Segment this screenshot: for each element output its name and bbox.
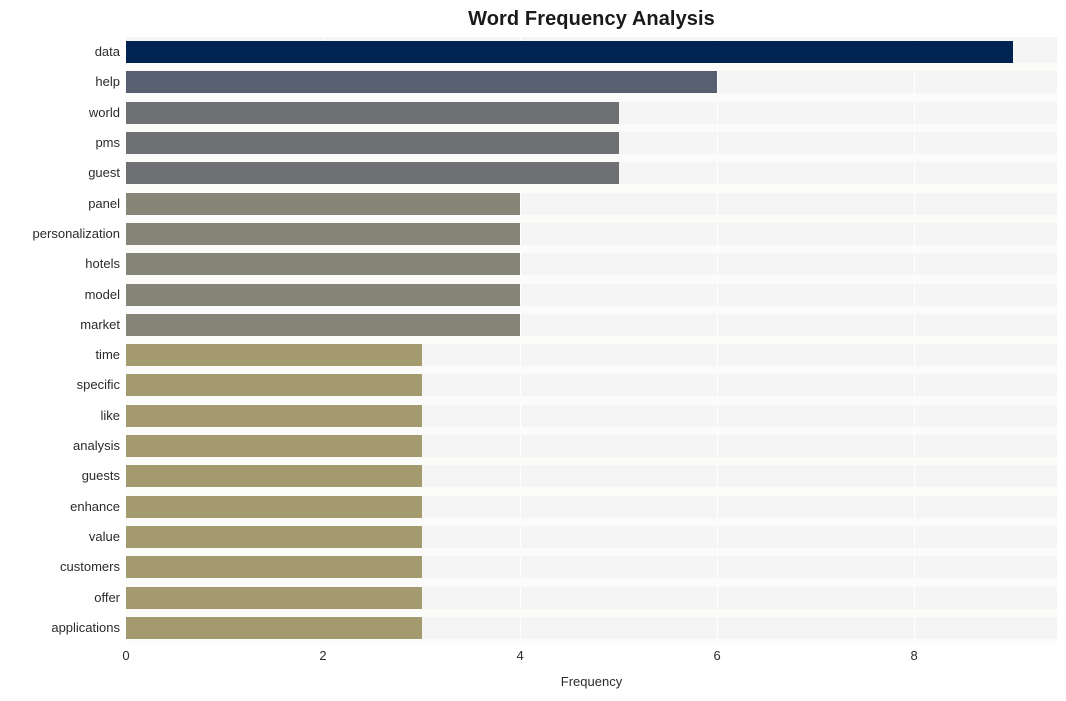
y-axis-tick-label: pms [95,135,120,151]
bar [126,222,521,245]
x-axis-title: Frequency [560,674,623,689]
y-axis-tick-label: panel [88,195,120,211]
x-axis-tick-label: 6 [713,648,721,663]
row-band [126,93,1057,102]
bar [126,132,619,155]
y-axis-tick-label: guests [81,468,120,484]
row-band [126,244,1057,254]
y-axis-tick-label: analysis [73,438,120,454]
row-band [126,123,1057,133]
bar [126,465,422,488]
bar [126,162,619,185]
row-band [126,154,1057,163]
row-band [126,184,1057,193]
y-axis-tick-label: data [94,44,120,60]
bar [126,344,422,367]
row-band [126,517,1057,526]
y-axis-tick-label: help [95,74,120,90]
y-axis-tick-label: world [88,104,120,120]
y-axis-tick-label: enhance [70,498,120,514]
y-axis-tick-label: specific [76,377,120,393]
y-axis-tick-label: personalization [32,225,120,241]
x-axis-tick-label: 2 [319,648,327,663]
y-axis-labels: data help world pms guest panel personalizatio… [0,37,120,643]
y-axis-tick-label: like [100,407,120,423]
bar [126,41,1013,64]
y-axis-tick-label: model [84,286,120,302]
bar [126,71,718,94]
row-band [126,608,1057,617]
bar [126,556,422,579]
plot-area [126,37,1057,643]
row-band [126,638,1057,643]
bar [126,525,422,548]
word-frequency-chart: Word Frequency Analysis data help world pms… [0,0,1066,701]
row-band [126,335,1057,345]
row-band [126,305,1057,314]
row-band [126,426,1057,436]
y-axis-tick-label: guest [88,165,120,181]
row-band [126,487,1057,496]
bar [126,253,521,276]
x-axis-tick-label: 4 [516,648,524,663]
bar [126,404,422,427]
bar [126,192,521,215]
bar [126,374,422,397]
row-band [126,214,1057,223]
y-axis-tick-label: applications [51,619,120,635]
bar [126,435,422,458]
chart-title: Word Frequency Analysis [468,8,715,30]
row-band [126,63,1057,72]
bar [126,616,422,639]
row-band [126,366,1057,375]
y-axis-tick-label: time [95,347,120,363]
row-band [126,457,1057,466]
x-axis-tick-label: 8 [910,648,918,663]
bar [126,495,422,518]
row-band [126,275,1057,284]
y-axis-tick-label: value [88,528,120,544]
bar [126,283,521,306]
y-axis-tick-label: market [80,316,120,332]
row-band [126,396,1057,405]
x-axis-tick-label: 0 [122,648,130,663]
bar [126,101,619,124]
bar [126,586,422,609]
row-band [126,547,1057,557]
y-axis-tick-label: customers [60,559,120,575]
y-axis-tick-label: offer [94,589,120,605]
y-axis-tick-label: hotels [85,256,120,272]
bar [126,313,521,336]
x-axis-ticks: 0 2 4 6 8 [0,648,1066,668]
row-band [126,578,1057,587]
